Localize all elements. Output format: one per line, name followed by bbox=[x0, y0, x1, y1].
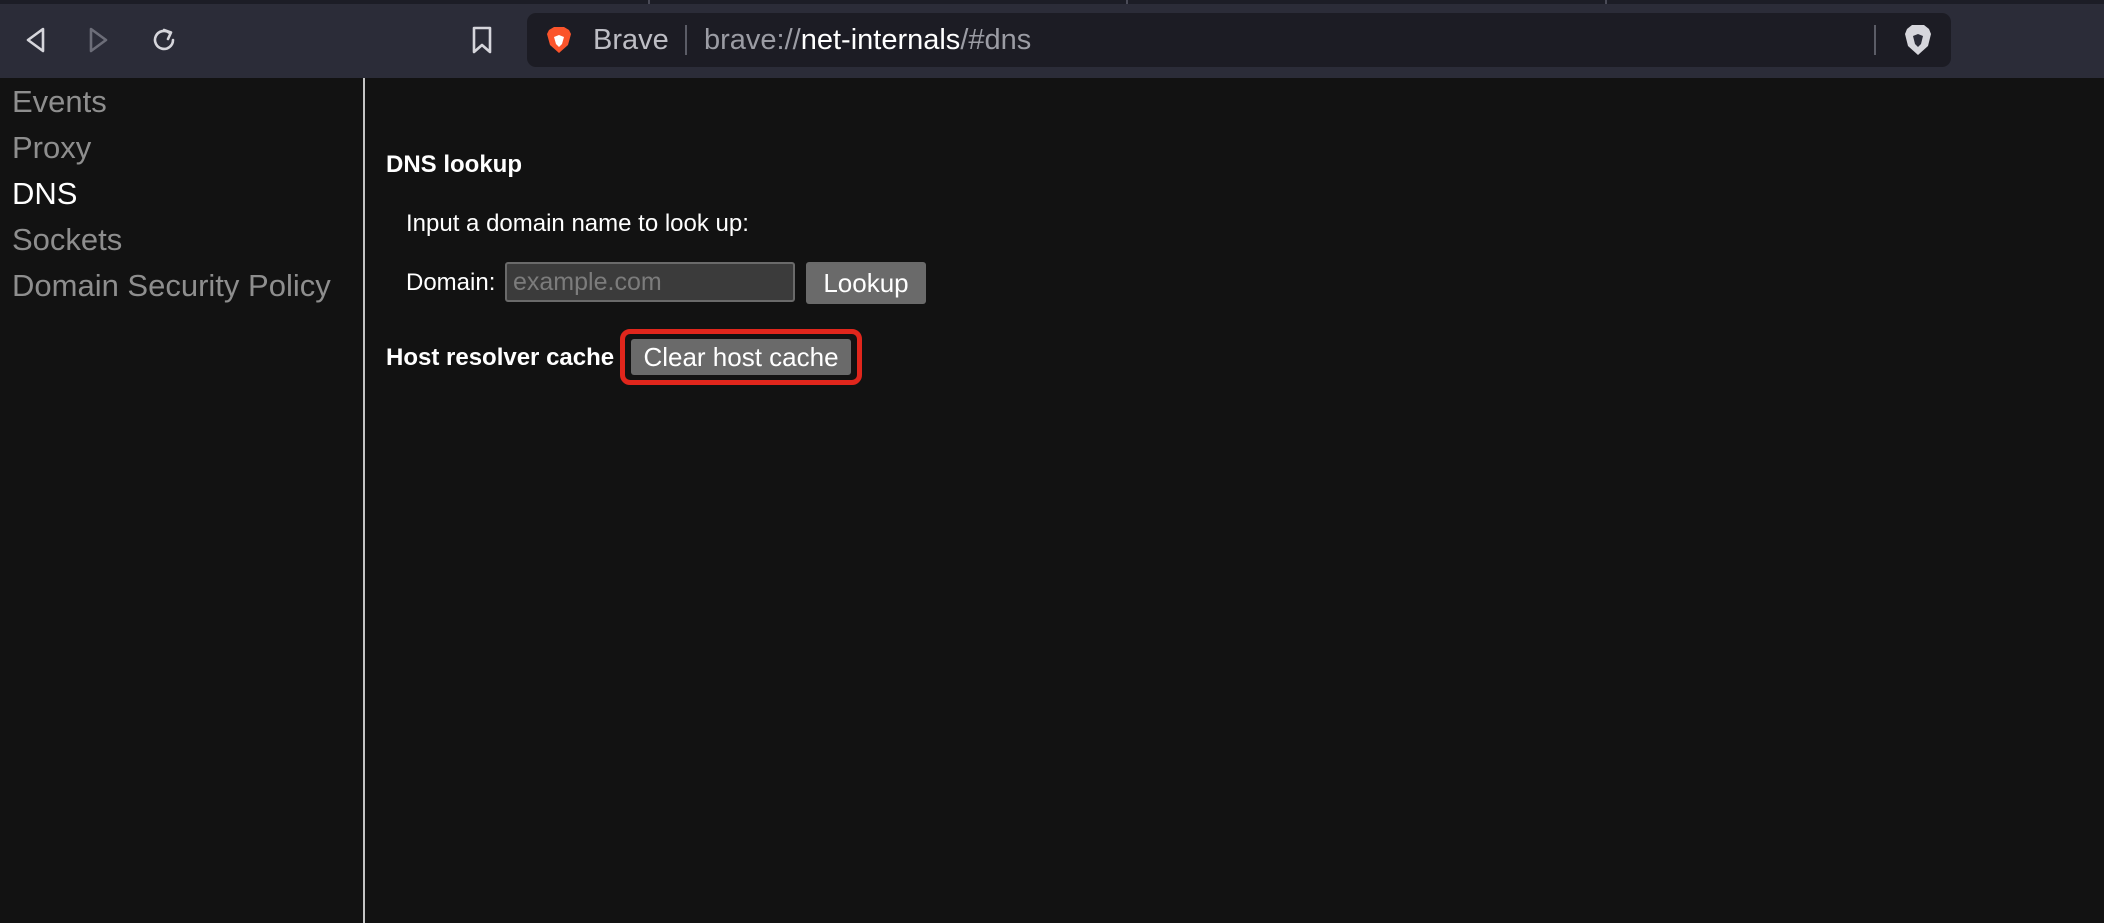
reload-icon bbox=[153, 28, 175, 51]
dns-lookup-heading: DNS lookup bbox=[386, 151, 522, 178]
tab-separator bbox=[1126, 0, 1128, 4]
domain-label: Domain: bbox=[406, 269, 496, 296]
lookup-button[interactable]: Lookup bbox=[806, 262, 926, 304]
reload-button[interactable] bbox=[144, 20, 184, 60]
host-resolver-cache-heading: Host resolver cache bbox=[386, 344, 615, 371]
back-arrow-icon bbox=[26, 27, 45, 53]
forward-button[interactable] bbox=[78, 20, 118, 60]
clear-host-cache-button[interactable]: Clear host cache bbox=[631, 339, 851, 375]
address-divider bbox=[1874, 25, 1876, 55]
url-scheme: brave:// bbox=[704, 24, 801, 56]
address-bar[interactable]: Brave brave://net-internals/#dns bbox=[527, 13, 1951, 67]
browser-brand-label: Brave bbox=[593, 24, 669, 56]
sidebar-item-domain-security-policy[interactable]: Domain Security Policy bbox=[12, 266, 331, 306]
tab-strip bbox=[0, 0, 2104, 4]
sidebar-item-sockets[interactable]: Sockets bbox=[12, 220, 122, 260]
back-button[interactable] bbox=[16, 20, 56, 60]
tab-separator bbox=[648, 0, 650, 4]
url-path: /#dns bbox=[960, 24, 1032, 56]
address-divider bbox=[685, 25, 687, 55]
dns-panel: DNS lookup Input a domain name to look u… bbox=[365, 78, 2104, 923]
bookmark-button[interactable] bbox=[462, 20, 502, 60]
highlight-outline: Clear host cache bbox=[620, 329, 862, 385]
sidebar-item-dns[interactable]: DNS bbox=[12, 174, 77, 214]
tab-separator bbox=[1605, 0, 1607, 4]
url-host: net-internals bbox=[800, 24, 961, 56]
browser-toolbar: Brave brave://net-internals/#dns bbox=[0, 0, 2104, 78]
domain-input[interactable] bbox=[505, 262, 795, 302]
sidebar-item-events[interactable]: Events bbox=[12, 82, 107, 122]
sidebar: Events Proxy DNS Sockets Domain Security… bbox=[0, 78, 365, 923]
sidebar-item-proxy[interactable]: Proxy bbox=[12, 128, 91, 168]
dns-lookup-prompt: Input a domain name to look up: bbox=[406, 210, 749, 237]
forward-arrow-icon bbox=[89, 27, 108, 53]
brave-shields-icon[interactable] bbox=[1903, 23, 1933, 57]
bookmark-icon bbox=[472, 26, 492, 54]
url-text[interactable]: brave://net-internals/#dns bbox=[704, 23, 1031, 57]
brave-lion-icon bbox=[547, 27, 571, 53]
